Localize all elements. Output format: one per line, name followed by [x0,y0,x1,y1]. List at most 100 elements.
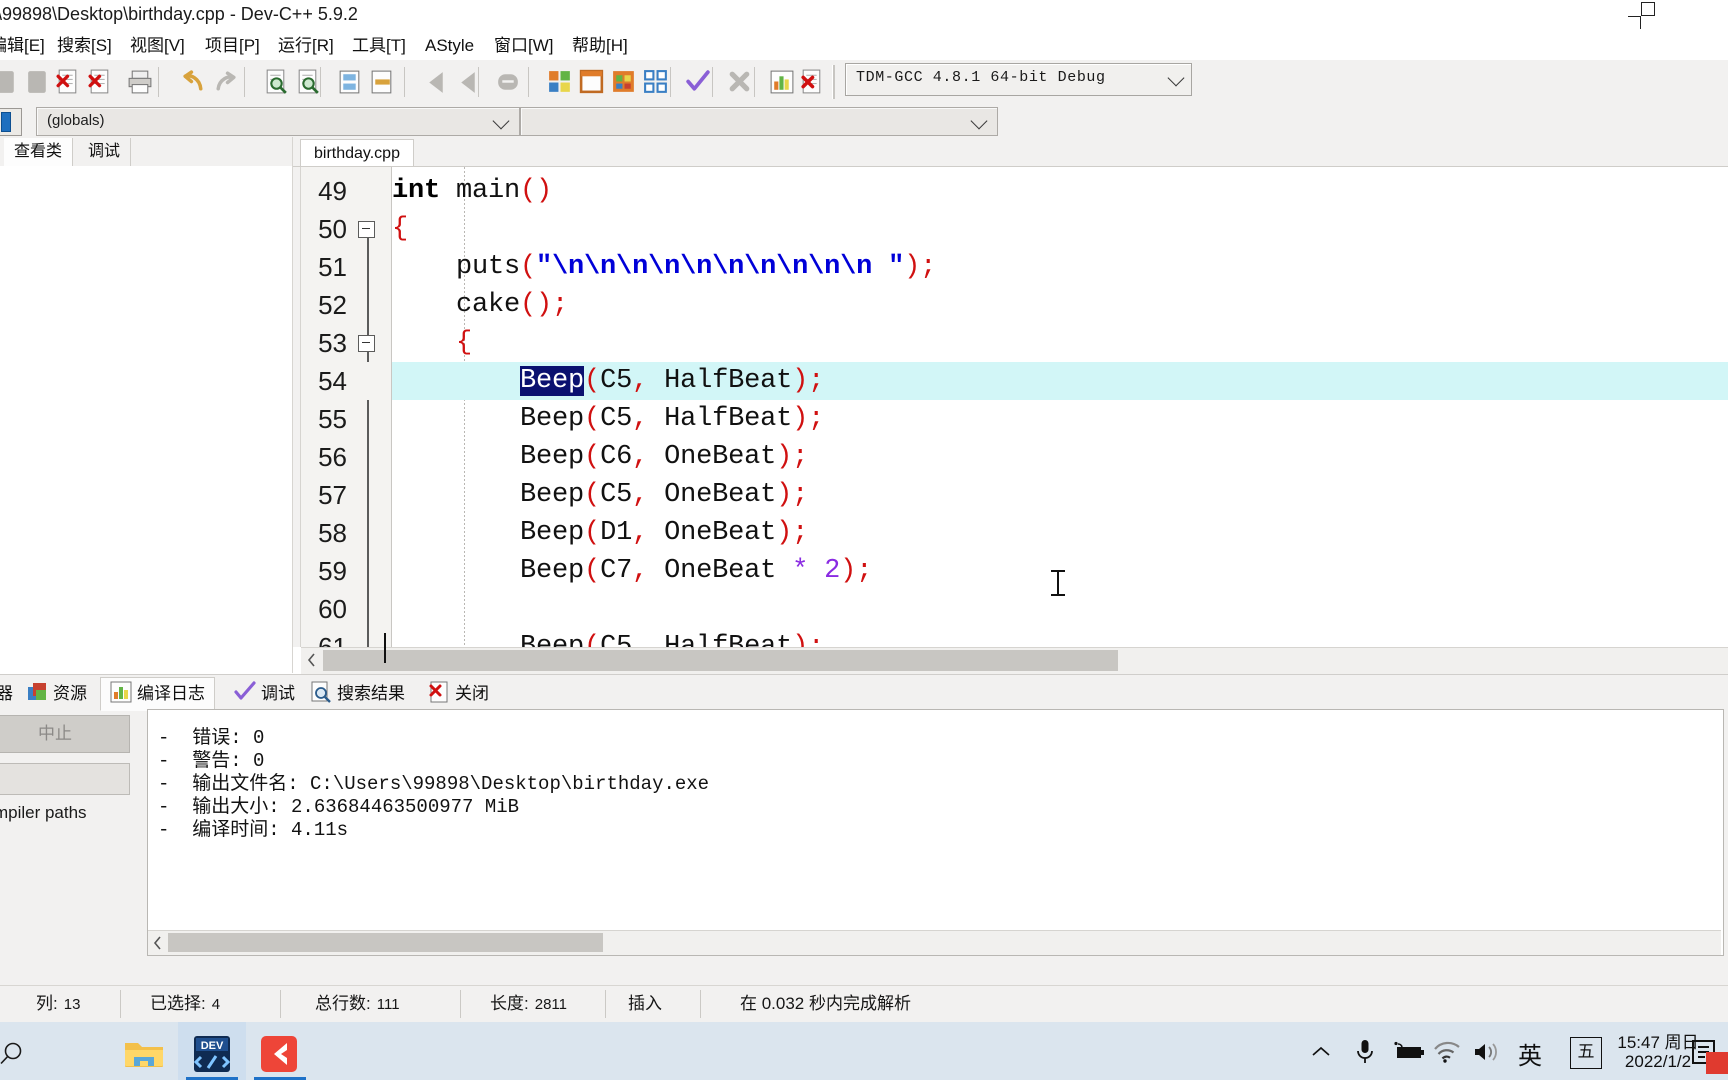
compile-log-output[interactable]: - 错误: 0- 警告: 0- 输出文件名: C:\Users\99898\De… [147,709,1724,956]
notification-badge [1706,1052,1728,1074]
text-cursor [1057,570,1059,596]
wifi-icon[interactable] [1432,1040,1462,1064]
debug-stop-icon[interactable] [798,68,826,96]
menu-item-1[interactable]: 搜索[S] [57,33,112,59]
left-panel-tab-1[interactable]: 调试 [78,138,132,166]
new-file-icon[interactable] [0,68,20,96]
bottom-tab-4[interactable]: 搜索结果 [300,677,415,711]
rebuild-icon[interactable] [642,68,670,96]
scope-combobox[interactable]: (globals) [36,107,520,136]
abort-button[interactable]: 中止 [0,715,130,753]
scrollbar-thumb[interactable] [168,933,603,952]
code-line: int main() [392,176,553,206]
text-cursor-bottom [1051,594,1065,596]
menu-item-5[interactable]: 工具[T] [352,33,406,59]
fold-toggle-icon[interactable] [358,335,375,352]
forward-nav-icon[interactable] [454,68,482,96]
menu-item-7[interactable]: 窗口[W] [494,33,554,59]
fold-connector [366,229,369,647]
code-line: puts("\n\n\n\n\n\n\n\n\n\n "); [392,252,937,282]
bottom-tab-2[interactable]: 编译日志 [100,677,215,711]
left-panel-tab-0[interactable]: 查看类 [4,138,74,166]
status-cell-2: 总行数: 111 [315,986,400,1022]
goto-line-icon[interactable] [336,68,364,96]
code-line: Beep(C5, HalfBeat); [392,632,825,647]
status-divider [280,990,281,1018]
fold-toggle-icon[interactable] [358,221,375,238]
taskbar-item-dev-cpp[interactable]: DEV [178,1022,246,1080]
status-cell-value: 111 [376,996,400,1013]
save-all-icon[interactable] [86,68,114,96]
back-nav-icon[interactable] [422,68,450,96]
redo-icon[interactable] [212,68,240,96]
battery-charging-icon[interactable] [1390,1040,1426,1064]
search-icon[interactable] [0,1040,26,1066]
undo-icon[interactable] [180,68,208,96]
menu-item-2[interactable]: 视图[V] [130,33,185,59]
status-divider [460,990,461,1018]
compile-icon[interactable] [546,68,574,96]
scrollbar-thumb[interactable] [323,650,1118,671]
menu-bar: 编辑[E] 搜索[S] 视图[V] 项目[P] 运行[R] 工具[T] AStyle 窗口[W… [0,32,1728,60]
line-number: 55 [318,404,347,434]
class-browser-toolbar: (globals) [0,104,1728,138]
comment-icon[interactable] [494,68,522,96]
editor-horizontal-scrollbar[interactable] [301,647,1728,674]
code-line: Beep(D1, OneBeat); [392,518,809,548]
compiler-paths-label: compiler paths [0,803,87,822]
code-line: { [456,328,473,358]
compile-run-icon[interactable] [610,68,638,96]
taskbar-item-camtasia[interactable] [246,1022,314,1080]
menu-item-6[interactable]: AStyle [425,33,474,59]
menu-item-0[interactable]: 编辑[E] [0,33,45,59]
svg-text:DEV: DEV [201,1040,224,1052]
code-line: cake(); [392,290,569,320]
code-line: Beep(C6, OneBeat); [392,442,809,472]
status-cell-4: 插入 [628,986,662,1022]
open-file-icon[interactable] [24,68,52,96]
microphone-icon[interactable] [1354,1038,1376,1066]
profile-icon[interactable] [768,68,796,96]
find-next-icon[interactable] [294,68,322,96]
syntax-check-icon[interactable] [684,68,712,96]
code-line: Beep(C7, OneBeat * 2); [392,556,873,586]
log-line: - 编译时间: 4.11s [158,819,349,841]
dev-cpp-icon: DEV [193,1036,231,1072]
code-line: Beep(C5, HalfBeat); [520,366,825,396]
bottom-tab-3[interactable]: 调试 [224,677,305,711]
status-cell-5: 在 0.032 秒内完成解析 [740,986,911,1022]
taskbar-item-file-explorer[interactable] [110,1022,178,1080]
minimize-button[interactable] [1508,0,1562,32]
title-bar: s\99898\Desktop\birthday.cpp - Dev-C++ 5… [0,0,1728,33]
stop-icon[interactable] [726,68,754,96]
menu-item-4[interactable]: 运行[R] [278,33,334,59]
chevron-down-icon [1167,69,1185,87]
menu-item-3[interactable]: 项目[P] [205,33,260,59]
class-browser-toggle-icon[interactable] [0,108,22,136]
editor-area: birthday.cpp 49505152535455565758596061 … [293,137,1728,674]
print-icon[interactable] [126,68,154,96]
save-file-icon[interactable] [54,68,82,96]
scroll-left-icon[interactable] [306,653,318,667]
volume-icon[interactable] [1472,1040,1502,1064]
run-icon[interactable] [578,68,606,96]
tab-birthday-cpp[interactable]: birthday.cpp [300,139,414,167]
bottom-tab-label: 调试 [261,684,295,703]
code-text-area[interactable]: int main() { puts("\n\n\n\n\n\n\n\n\n\n "… [392,167,1728,647]
find-icon[interactable] [262,68,290,96]
symbol-combobox[interactable] [520,107,998,136]
scroll-left-icon[interactable] [152,936,164,950]
compiler-set-combobox[interactable]: TDM-GCC 4.8.1 64-bit Debug [845,63,1192,96]
dev-cpp-window: s\99898\Desktop\birthday.cpp - Dev-C++ 5… [0,0,1728,1080]
log-horizontal-scrollbar[interactable] [148,930,1721,955]
bottom-tab-5[interactable]: 关闭 [418,677,499,711]
maximize-button[interactable] [1614,0,1668,32]
bottom-tab-label: 器 [0,684,13,703]
replace-icon[interactable] [368,68,396,96]
ime-language-indicator[interactable]: 英 [1510,1036,1550,1071]
chevron-up-icon[interactable] [1310,1044,1332,1060]
windows-taskbar: DEV 英 五 15:47 周日 2022/1/2 [0,1022,1728,1080]
line-number: 50 [318,214,347,244]
bottom-tab-1[interactable]: 资源 [16,677,97,711]
menu-item-8[interactable]: 帮助[H] [572,33,628,59]
